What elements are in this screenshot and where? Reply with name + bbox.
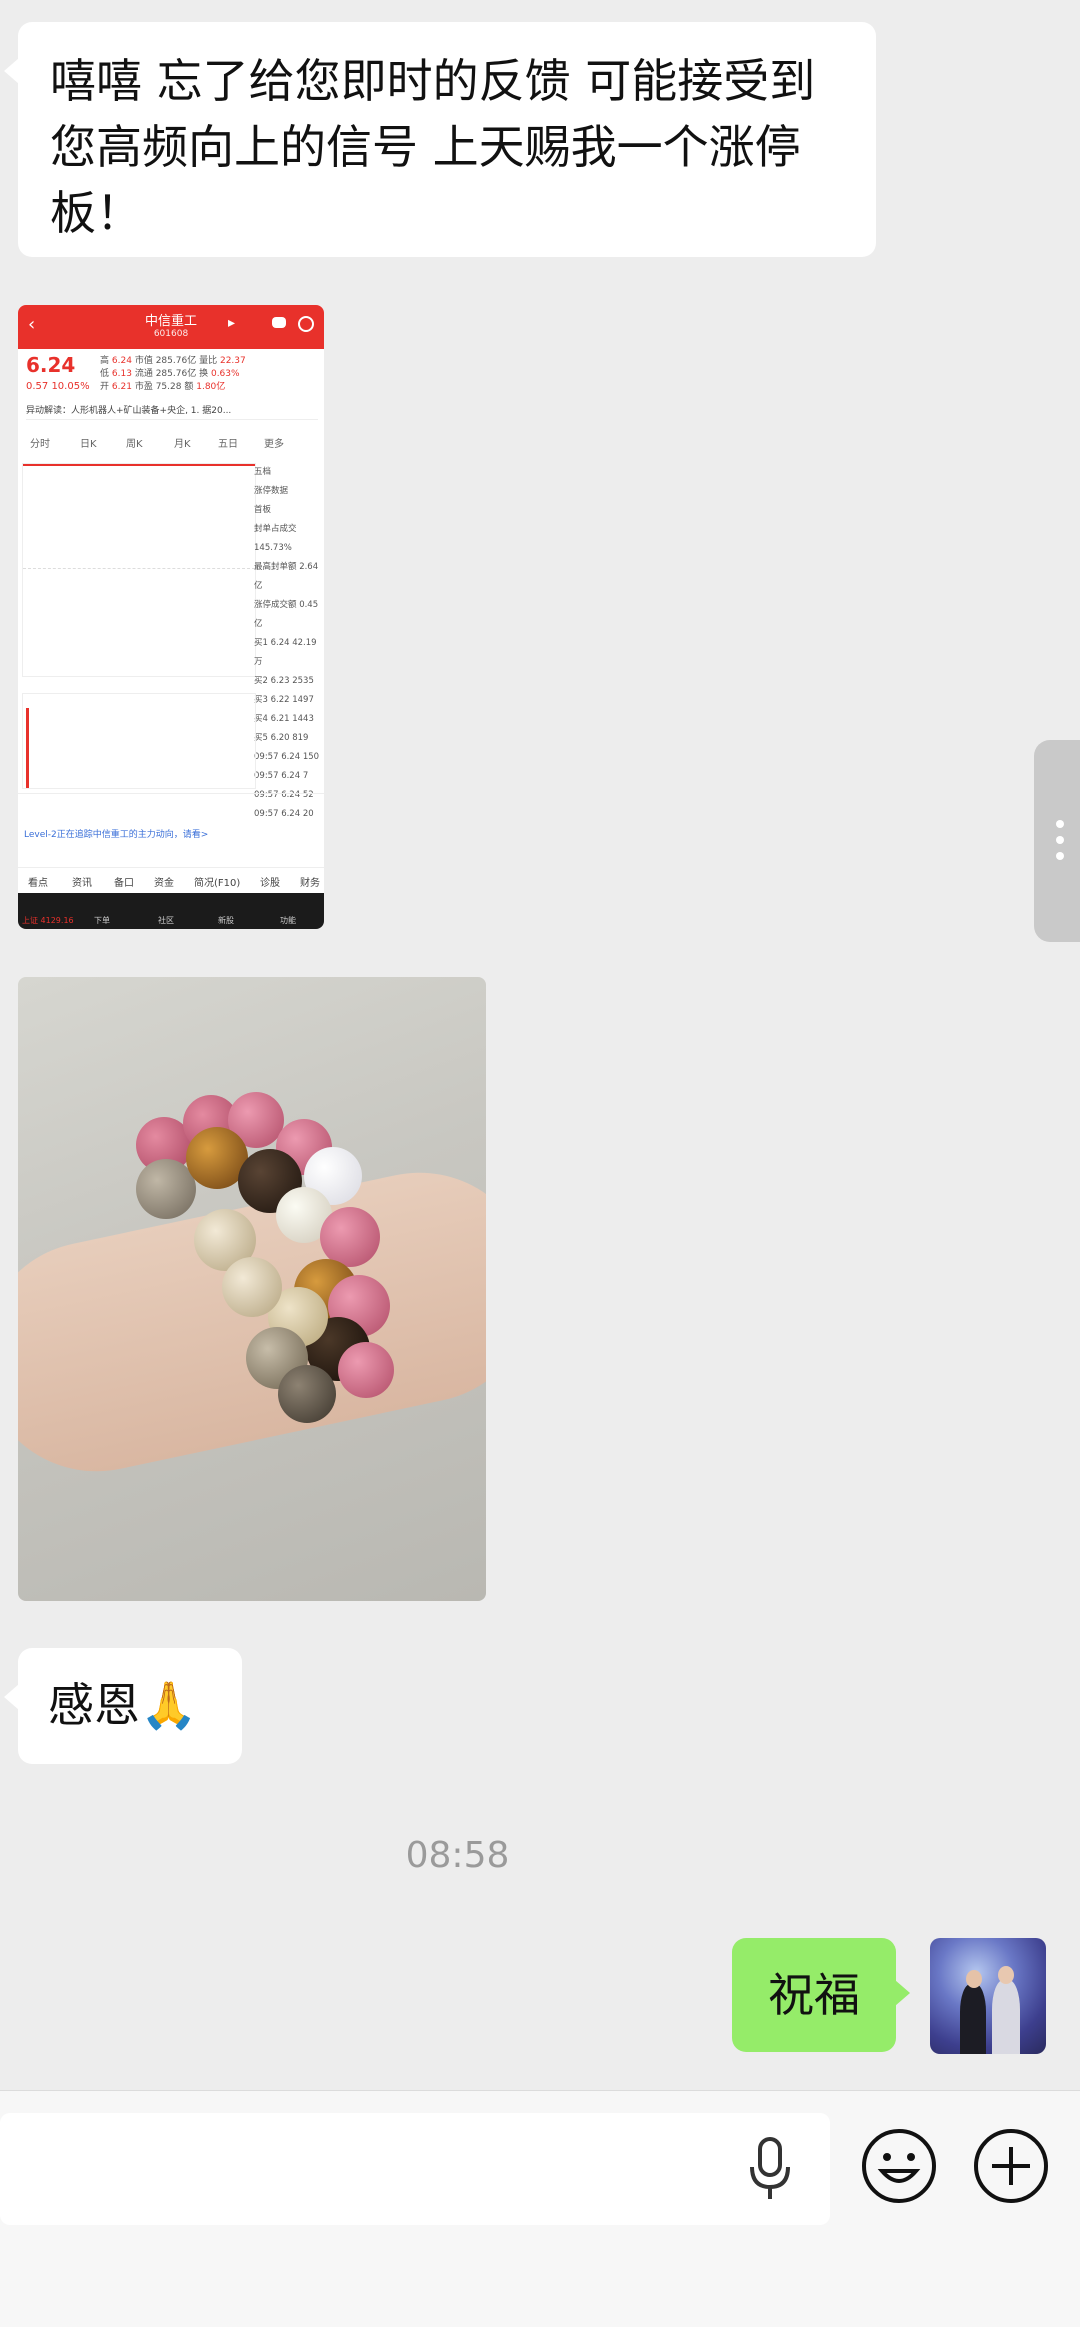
stock-header: ‹ 中信重工 601608 ▸ xyxy=(18,305,324,349)
robot-icon xyxy=(272,317,286,328)
stats-row: 低 6.13 流通 285.76亿 换 0.63% xyxy=(100,369,240,379)
stats-row: 高 6.24 市值 285.76亿 量比 22.37 xyxy=(100,356,246,366)
search-icon xyxy=(298,316,314,332)
next-icon: ▸ xyxy=(228,315,236,331)
stock-app-footer: 上证 4129.16 下单 社区 新股 功能 xyxy=(18,893,324,929)
stock-stats: 高 6.24 市值 285.76亿 量比 22.37 低 6.13 流通 285… xyxy=(100,355,318,394)
chart-tabs: 分时 日K 周K 月K 五日 更多 xyxy=(18,431,324,451)
chart-tab: 五日 xyxy=(218,439,238,450)
incoming-message-bubble[interactable]: 嘻嘻 忘了给您即时的反馈 可能接受到您高频向上的信号 上天赐我一个涨停板！ xyxy=(4,22,876,257)
stock-change: 0.57 10.05% xyxy=(26,381,90,392)
incoming-message-bubble[interactable]: 感恩🙏 xyxy=(4,1648,242,1764)
chat-input-bar xyxy=(0,2090,1080,2327)
message-text: 祝福 xyxy=(768,1968,860,2022)
stock-screenshot-image[interactable]: ‹ 中信重工 601608 ▸ 6.24 0.57 10.05% 高 6.24 … xyxy=(18,305,324,929)
microphone-icon[interactable] xyxy=(748,2137,792,2201)
chart-tab: 周K xyxy=(126,439,143,450)
stats-row: 开 6.21 市盈 75.28 额 1.80亿 xyxy=(100,382,226,392)
stock-code: 601608 xyxy=(153,329,189,339)
stock-news: 异动解读：人形机器人+矿山装备+央企, 1. 据20... xyxy=(26,403,318,420)
stock-section-nav: 看点 资讯 备口 资金 简况(F10) 诊股 财务 xyxy=(18,867,324,890)
chart-tab: 月K xyxy=(174,439,191,450)
chart-tab: 分时 xyxy=(30,439,50,450)
stock-price: 6.24 xyxy=(26,353,76,377)
level2-banner: Level-2正在追踪中信重工的主力动向，请看> xyxy=(24,830,209,840)
stock-info-strip xyxy=(18,793,324,816)
emoji-icon[interactable] xyxy=(860,2127,938,2205)
message-input[interactable] xyxy=(0,2113,830,2225)
intraday-chart xyxy=(22,463,256,677)
volume-chart xyxy=(22,693,256,789)
avatar[interactable] xyxy=(930,1938,1046,2054)
outgoing-message-bubble[interactable]: 祝福 xyxy=(732,1938,910,2052)
bracelet-photo-image[interactable] xyxy=(18,977,486,1601)
chart-tab: 日K xyxy=(80,439,97,450)
chart-tab: 更多 xyxy=(264,439,284,450)
message-timestamp: 08:58 xyxy=(405,1835,510,1876)
plus-icon[interactable] xyxy=(972,2127,1050,2205)
message-text: 感恩🙏 xyxy=(48,1678,198,1732)
side-drag-handle[interactable] xyxy=(1034,740,1080,942)
message-text: 嘻嘻 忘了给您即时的反馈 可能接受到您高频向上的信号 上天赐我一个涨停板！ xyxy=(50,54,816,240)
